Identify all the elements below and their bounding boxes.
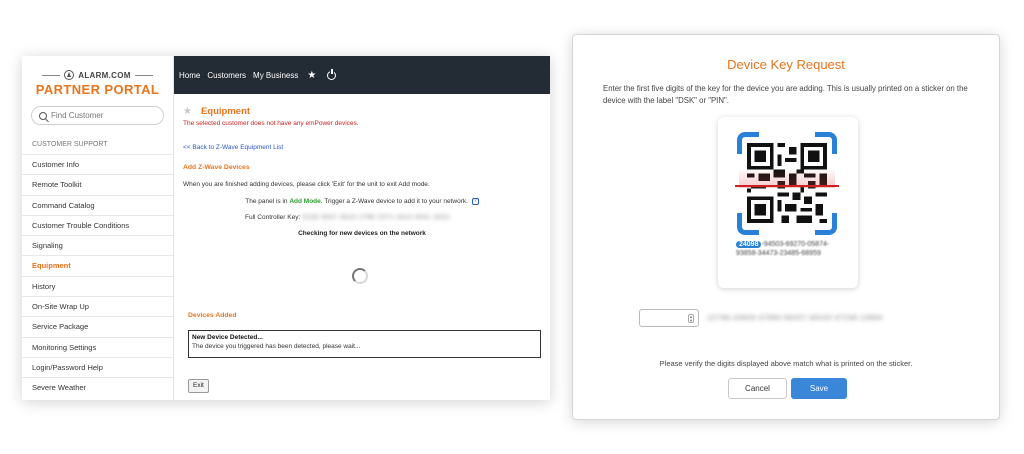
- dsk-first-five: 24098: [736, 241, 762, 248]
- loading-spinner-icon: [352, 268, 368, 284]
- controller-key-value: 0236 3947 4519 1796 2371 4414 4041 3031: [302, 214, 451, 222]
- sidebar-item-command-catalog[interactable]: Command Catalog: [22, 194, 173, 215]
- device-detected-box: New Device Detected... The device you tr…: [188, 330, 541, 358]
- checking-status: Checking for new devices on the network: [298, 230, 426, 238]
- scene: ALARM.COM PARTNER PORTAL CUSTOMER SUPPOR…: [0, 0, 1024, 454]
- devices-added-heading: Devices Added: [188, 312, 237, 319]
- scan-line: [735, 185, 839, 187]
- sidebar-item-customer-info[interactable]: Customer Info: [22, 154, 173, 174]
- sidebar-item-login-password-help[interactable]: Login/Password Help: [22, 356, 173, 377]
- logo-rule-left: [42, 74, 61, 76]
- finish-instructions: When you are finished adding devices, pl…: [183, 181, 430, 188]
- sidebar-item-customer-trouble-conditions[interactable]: Customer Trouble Conditions: [22, 214, 173, 235]
- logo-brand: ALARM.COM: [78, 70, 131, 80]
- exit-button[interactable]: Exit: [188, 379, 209, 393]
- nav-my-business[interactable]: My Business: [253, 71, 298, 80]
- page-title-row: ★ Equipment: [183, 106, 541, 117]
- help-icon[interactable]: ?: [471, 198, 479, 205]
- sidebar-menu: Customer Info Remote Toolkit Command Cat…: [22, 154, 173, 398]
- power-logout-icon[interactable]: [327, 68, 337, 80]
- nav-customers[interactable]: Customers: [207, 71, 246, 80]
- alarm-logo-icon: [64, 70, 75, 80]
- back-to-zwave-list-link[interactable]: << Back to Z-Wave Equipment List: [183, 144, 541, 151]
- find-customer-input[interactable]: [51, 111, 161, 120]
- number-stepper-icon[interactable]: ▲ ▼: [688, 314, 694, 323]
- sidebar-item-on-site-wrap-up[interactable]: On-Site Wrap Up: [22, 296, 173, 316]
- dialog-title: Device Key Request: [727, 57, 845, 72]
- top-nav-bar: Home Customers My Business ★: [174, 56, 550, 94]
- favorites-star-icon[interactable]: ★: [307, 70, 316, 81]
- sidebar: ALARM.COM PARTNER PORTAL CUSTOMER SUPPOR…: [22, 56, 174, 400]
- add-zwave-heading: Add Z-Wave Devices: [183, 164, 250, 171]
- device-key-request-dialog: Device Key Request Enter the first five …: [572, 34, 1000, 420]
- search-icon: [39, 111, 47, 120]
- sidebar-item-monitoring-settings[interactable]: Monitoring Settings: [22, 336, 173, 357]
- pin-entry-row: ▲ ▼ -22796-43826-37890-56257-39102-37236-…: [639, 309, 883, 327]
- logo-rule-right: [134, 74, 153, 76]
- sidebar-item-remote-toolkit[interactable]: Remote Toolkit: [22, 174, 173, 194]
- logo-brand-row: ALARM.COM: [22, 70, 173, 80]
- save-button[interactable]: Save: [791, 378, 847, 399]
- verify-instruction: Please verify the digits displayed above…: [659, 359, 913, 368]
- add-mode-status: Add Mode.: [289, 198, 323, 206]
- cancel-button[interactable]: Cancel: [728, 378, 787, 399]
- find-customer-search[interactable]: [31, 106, 164, 125]
- device-detected-title: New Device Detected...: [192, 334, 263, 341]
- logo-title: PARTNER PORTAL: [35, 82, 160, 97]
- sidebar-item-severe-weather[interactable]: Severe Weather: [22, 377, 173, 397]
- dialog-description: Enter the first five digits of the key f…: [603, 84, 968, 105]
- sidebar-item-signaling[interactable]: Signaling: [22, 235, 173, 255]
- dsk-digits: 24098 -94503-69270-05874-93858-34473-2348…: [736, 240, 846, 258]
- mode-prefix: The panel is in: [245, 198, 288, 206]
- device-detected-text: The device you triggered has been detect…: [192, 343, 361, 350]
- sidebar-item-equipment[interactable]: Equipment: [22, 255, 173, 275]
- nav-home[interactable]: Home: [179, 71, 200, 80]
- page-title: Equipment: [200, 106, 251, 117]
- sidebar-item-history[interactable]: History: [22, 275, 173, 296]
- portal-logo[interactable]: ALARM.COM PARTNER PORTAL: [22, 56, 173, 102]
- pin-remaining-digits: -22796-43826-37890-56257-39102-37236-138…: [705, 314, 883, 322]
- pin-input-field[interactable]: ▲ ▼: [639, 309, 699, 327]
- controller-key-label: Full Controller Key:: [245, 214, 301, 222]
- sidebar-heading: CUSTOMER SUPPORT: [32, 141, 108, 148]
- mode-status-line: The panel is in Add Mode. Trigger a Z-Wa…: [183, 198, 541, 205]
- error-message: The selected customer does not have any …: [183, 120, 359, 127]
- dsk-sticker-card: 24098 -94503-69270-05874-93858-34473-2348…: [718, 117, 858, 288]
- mode-suffix: Trigger a Z-Wave device to add it to you…: [324, 198, 468, 206]
- favorite-star-icon[interactable]: ★: [183, 106, 192, 117]
- qr-scan-area: [735, 132, 839, 235]
- partner-portal-window: ALARM.COM PARTNER PORTAL CUSTOMER SUPPOR…: [22, 56, 550, 400]
- controller-key-row: Full Controller Key: 0236 3947 4519 1796…: [183, 214, 541, 221]
- sidebar-item-service-package[interactable]: Service Package: [22, 316, 173, 336]
